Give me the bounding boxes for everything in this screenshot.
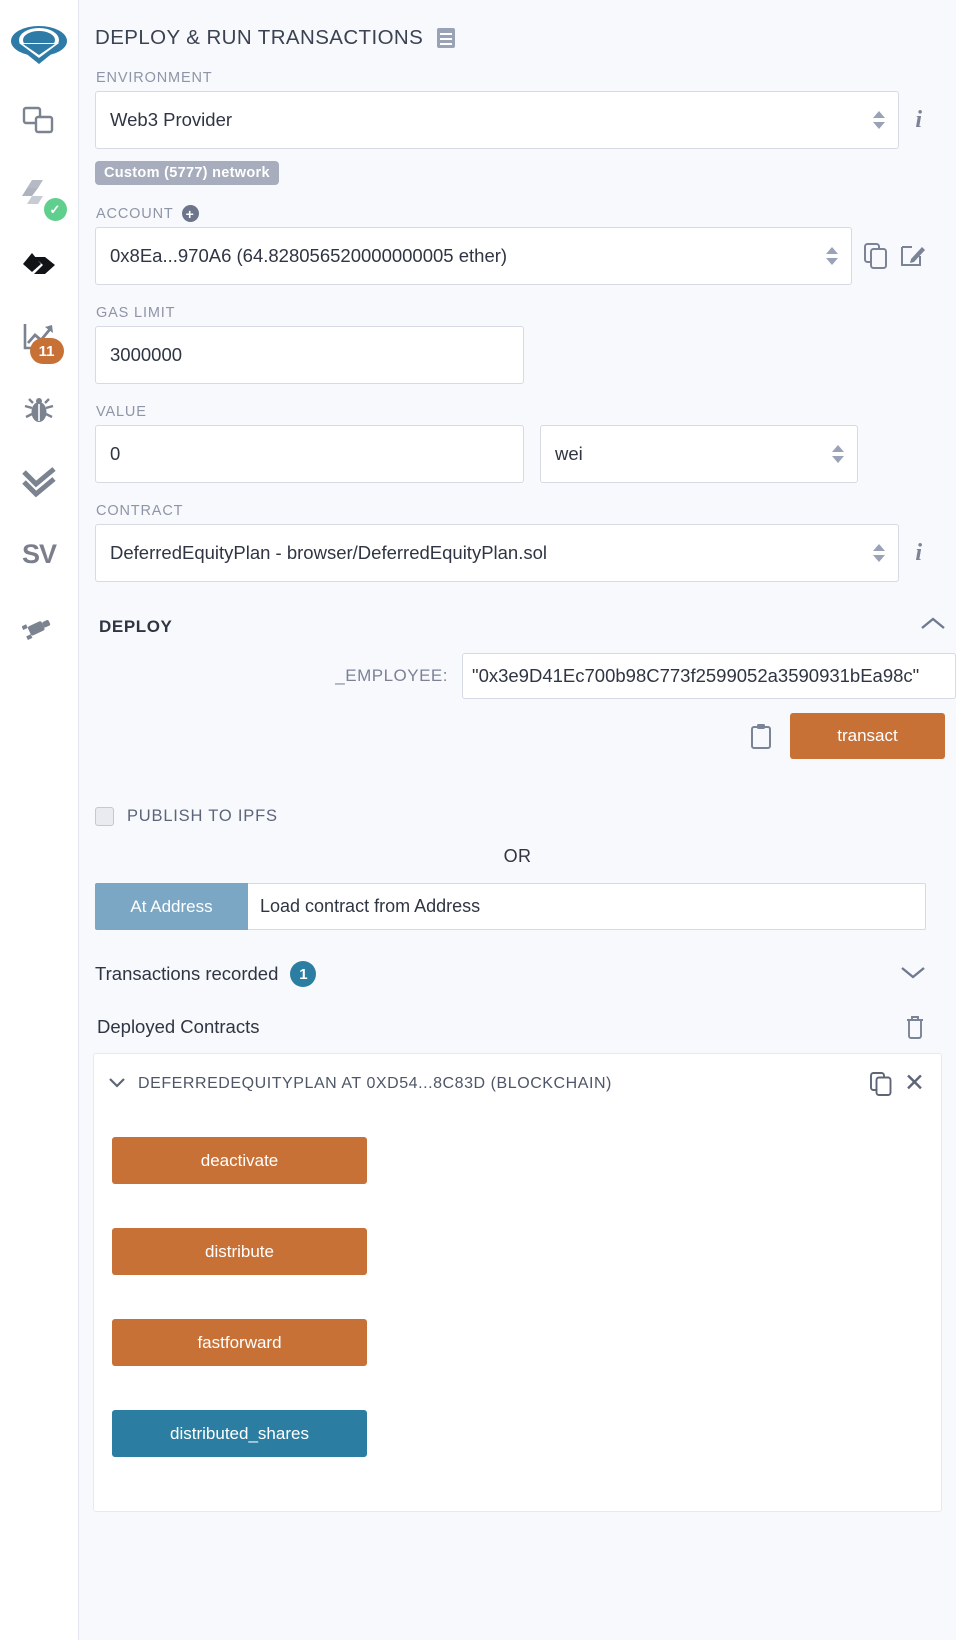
sidebar-item-analysis[interactable]: 11 [0,302,79,374]
function-button-fastforward[interactable]: fastforward [112,1319,367,1366]
sidebar-item-unit-testing[interactable] [0,446,79,518]
publish-to-ipfs-label: PUBLISH TO IPFS [127,807,278,825]
page-title: DEPLOY & RUN TRANSACTIONS [79,0,956,50]
remix-logo-icon [11,26,67,64]
sidebar-item-solidity-compiler[interactable]: ✓ [0,158,79,230]
deploy-section-header[interactable]: DEPLOY [99,616,956,637]
function-button-distribute[interactable]: distribute [112,1228,367,1275]
value-unit: wei [555,443,583,464]
analysis-count-badge: 11 [29,338,64,364]
files-icon [22,106,54,134]
at-address-button[interactable]: At Address [95,883,248,930]
remix-logo[interactable] [0,8,79,86]
transactions-recorded-label: Transactions recorded [95,963,279,984]
deploy-title: DEPLOY [99,616,173,636]
close-icon[interactable]: ✕ [904,1071,925,1096]
remix-ide-window: ✓ 11 SV DEPLOY & RUN TRANSACTIONS ENVIRO… [0,0,956,1640]
account-value: 0x8Ea...970A6 (64.828056520000000005 eth… [110,245,508,266]
deploy-actions: transact [79,713,956,759]
book-icon[interactable] [436,27,456,49]
environment-value: Web3 Provider [110,109,233,130]
value-input[interactable]: 0 [95,425,524,483]
environment-select[interactable]: Web3 Provider [95,91,900,149]
page-title-text: DEPLOY & RUN TRANSACTIONS [95,26,424,49]
deployed-contracts-header: Deployed Contracts [79,1015,956,1039]
network-badge: Custom (5777) network [95,161,279,185]
employee-param-label: _EMPLOYEE: [335,666,448,685]
sidebar-item-solidity-unit-testing[interactable]: SV [0,518,79,590]
edit-account-icon[interactable] [900,243,926,269]
chevron-up-icon[interactable] [920,616,946,637]
deploy-transact-button[interactable]: transact [790,713,945,759]
at-address-input[interactable]: Load contract from Address [248,883,926,930]
sidebar-item-debugger[interactable] [0,374,79,446]
trash-icon[interactable] [904,1015,926,1039]
employee-param-input[interactable]: "0x3e9D41Ec700b98C773f2599052a3590931bEa… [462,653,956,699]
chevron-updown-icon [832,445,844,463]
account-label-text: ACCOUNT [96,205,174,222]
gas-limit-value: 3000000 [110,344,183,365]
deploy-run-panel: DEPLOY & RUN TRANSACTIONS ENVIRONMENT We… [79,0,956,1640]
transactions-recorded-row[interactable]: Transactions recorded 1 [79,961,956,987]
copy-account-icon[interactable] [864,243,888,269]
gas-limit-input[interactable]: 3000000 [95,326,524,384]
contract-select[interactable]: DeferredEquityPlan - browser/DeferredEqu… [95,524,900,582]
gas-limit-label: GAS LIMIT [96,305,176,321]
sidebar-item-file-explorer[interactable] [0,86,79,158]
or-separator: OR [503,846,532,866]
contract-info-icon[interactable]: i [911,540,926,567]
double-check-icon [22,467,56,497]
deployed-contract-card: DEFERREDEQUITYPLAN AT 0XD54...8C83D (BLO… [93,1053,942,1512]
function-button-distributed-shares[interactable]: distributed_shares [112,1410,367,1457]
contract-functions: deactivate distribute fastforward distri… [94,1113,941,1511]
deploy-icon [23,253,55,274]
account-select[interactable]: 0x8Ea...970A6 (64.828056520000000005 eth… [95,227,852,285]
chevron-down-icon[interactable] [108,1075,126,1093]
contract-label: CONTRACT [96,503,184,519]
sv-icon: SV [21,538,57,569]
deployed-contract-header[interactable]: DEFERREDEQUITYPLAN AT 0XD54...8C83D (BLO… [94,1054,941,1113]
icon-rail: ✓ 11 SV [0,0,79,1640]
clipboard-icon[interactable] [750,723,772,749]
contract-value: DeferredEquityPlan - browser/DeferredEqu… [110,542,548,563]
value-unit-select[interactable]: wei [540,425,858,483]
value-label: VALUE [96,404,147,420]
chevron-updown-icon [826,247,838,265]
transactions-recorded-left: Transactions recorded 1 [95,961,317,987]
publish-to-ipfs-checkbox[interactable] [95,807,114,826]
deployed-contract-title: DEFERREDEQUITYPLAN AT 0XD54...8C83D (BLO… [138,1074,612,1092]
deploy-param-row: _EMPLOYEE: "0x3e9D41Ec700b98C773f2599052… [79,653,956,699]
account-label: ACCOUNT + [96,205,926,222]
function-button-deactivate[interactable]: deactivate [112,1137,367,1184]
compile-success-badge: ✓ [43,198,67,221]
value-amount: 0 [110,443,121,464]
transactions-recorded-count: 1 [290,961,317,987]
copy-address-icon[interactable] [870,1071,892,1096]
at-address-row: At Address Load contract from Address [79,883,956,930]
publish-to-ipfs-row[interactable]: PUBLISH TO IPFS [95,807,956,826]
chevron-down-icon[interactable] [900,964,926,985]
deployed-contracts-title: Deployed Contracts [97,1016,260,1037]
environment-info-icon[interactable]: i [911,107,926,134]
employee-param-value: "0x3e9D41Ec700b98C773f2599052a3590931bEa… [472,665,920,686]
chevron-updown-icon [873,544,886,562]
add-account-icon[interactable]: + [181,205,199,222]
at-address-placeholder: Load contract from Address [260,896,481,916]
sidebar-item-deploy-run[interactable] [0,230,79,302]
environment-label: ENVIRONMENT [96,70,213,86]
chevron-updown-icon [873,111,886,129]
plug-icon [22,620,51,641]
bug-icon [24,398,54,422]
sidebar-item-plugin-manager[interactable] [0,590,79,662]
